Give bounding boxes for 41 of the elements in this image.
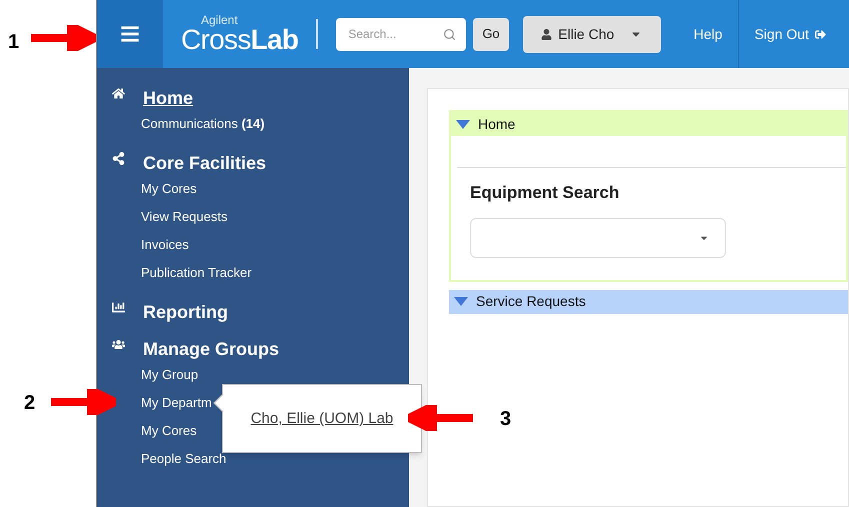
sidebar-heading[interactable]: Reporting [143, 300, 228, 324]
expand-triangle-icon [454, 297, 468, 306]
sidebar-item[interactable]: People Search [141, 449, 226, 469]
menu-button[interactable] [97, 0, 163, 68]
sidebar-heading[interactable]: Core Facilities [143, 151, 266, 175]
group-link[interactable]: Cho, Ellie (UOM) Lab [250, 408, 394, 431]
user-menu-button[interactable]: Ellie Cho [522, 16, 661, 52]
sidebar-item[interactable]: Publication Tracker [141, 263, 252, 283]
share-icon [112, 152, 125, 165]
logo: CrossLab [181, 26, 298, 54]
search-icon [443, 28, 456, 40]
annotation-number: 1 [8, 30, 20, 55]
section-heading: Equipment Search [470, 182, 620, 204]
pointer-arrow [408, 405, 474, 431]
menu-icon [120, 24, 140, 44]
sign-out-icon [814, 28, 826, 40]
annotation-number: 3 [500, 407, 512, 432]
panel-header[interactable]: Home [451, 112, 846, 136]
user-icon [541, 28, 552, 40]
go-button[interactable]: Go [473, 18, 509, 50]
annotation-number: 2 [24, 391, 36, 416]
sidebar-item[interactable]: View Requests [141, 207, 228, 227]
house-icon [112, 87, 125, 100]
help-link[interactable]: Help [694, 24, 722, 44]
search-field[interactable]: Search... [336, 18, 466, 50]
sign-out-link[interactable]: Sign Out [754, 24, 826, 44]
pointer-arrow [50, 389, 116, 415]
expand-triangle-icon [456, 120, 470, 128]
group-icon [112, 338, 125, 351]
pointer-arrow [30, 25, 96, 51]
sidebar-item[interactable]: Communications (14) [141, 114, 265, 134]
logo-tagline: Agilent [201, 14, 239, 26]
panel-header[interactable]: Service Requests [449, 290, 848, 314]
sidebar-item[interactable]: My Departm [141, 393, 212, 413]
sidebar-item[interactable]: My Cores [141, 179, 197, 199]
sidebar-heading[interactable]: Manage Groups [143, 337, 280, 361]
sidebar-item[interactable]: My Cores [141, 421, 197, 441]
bar-chart-icon [112, 301, 125, 314]
sidebar-item[interactable]: Invoices [141, 235, 189, 255]
sidebar-item[interactable]: My Group [141, 365, 198, 385]
sidebar-heading[interactable]: Home [143, 86, 194, 110]
